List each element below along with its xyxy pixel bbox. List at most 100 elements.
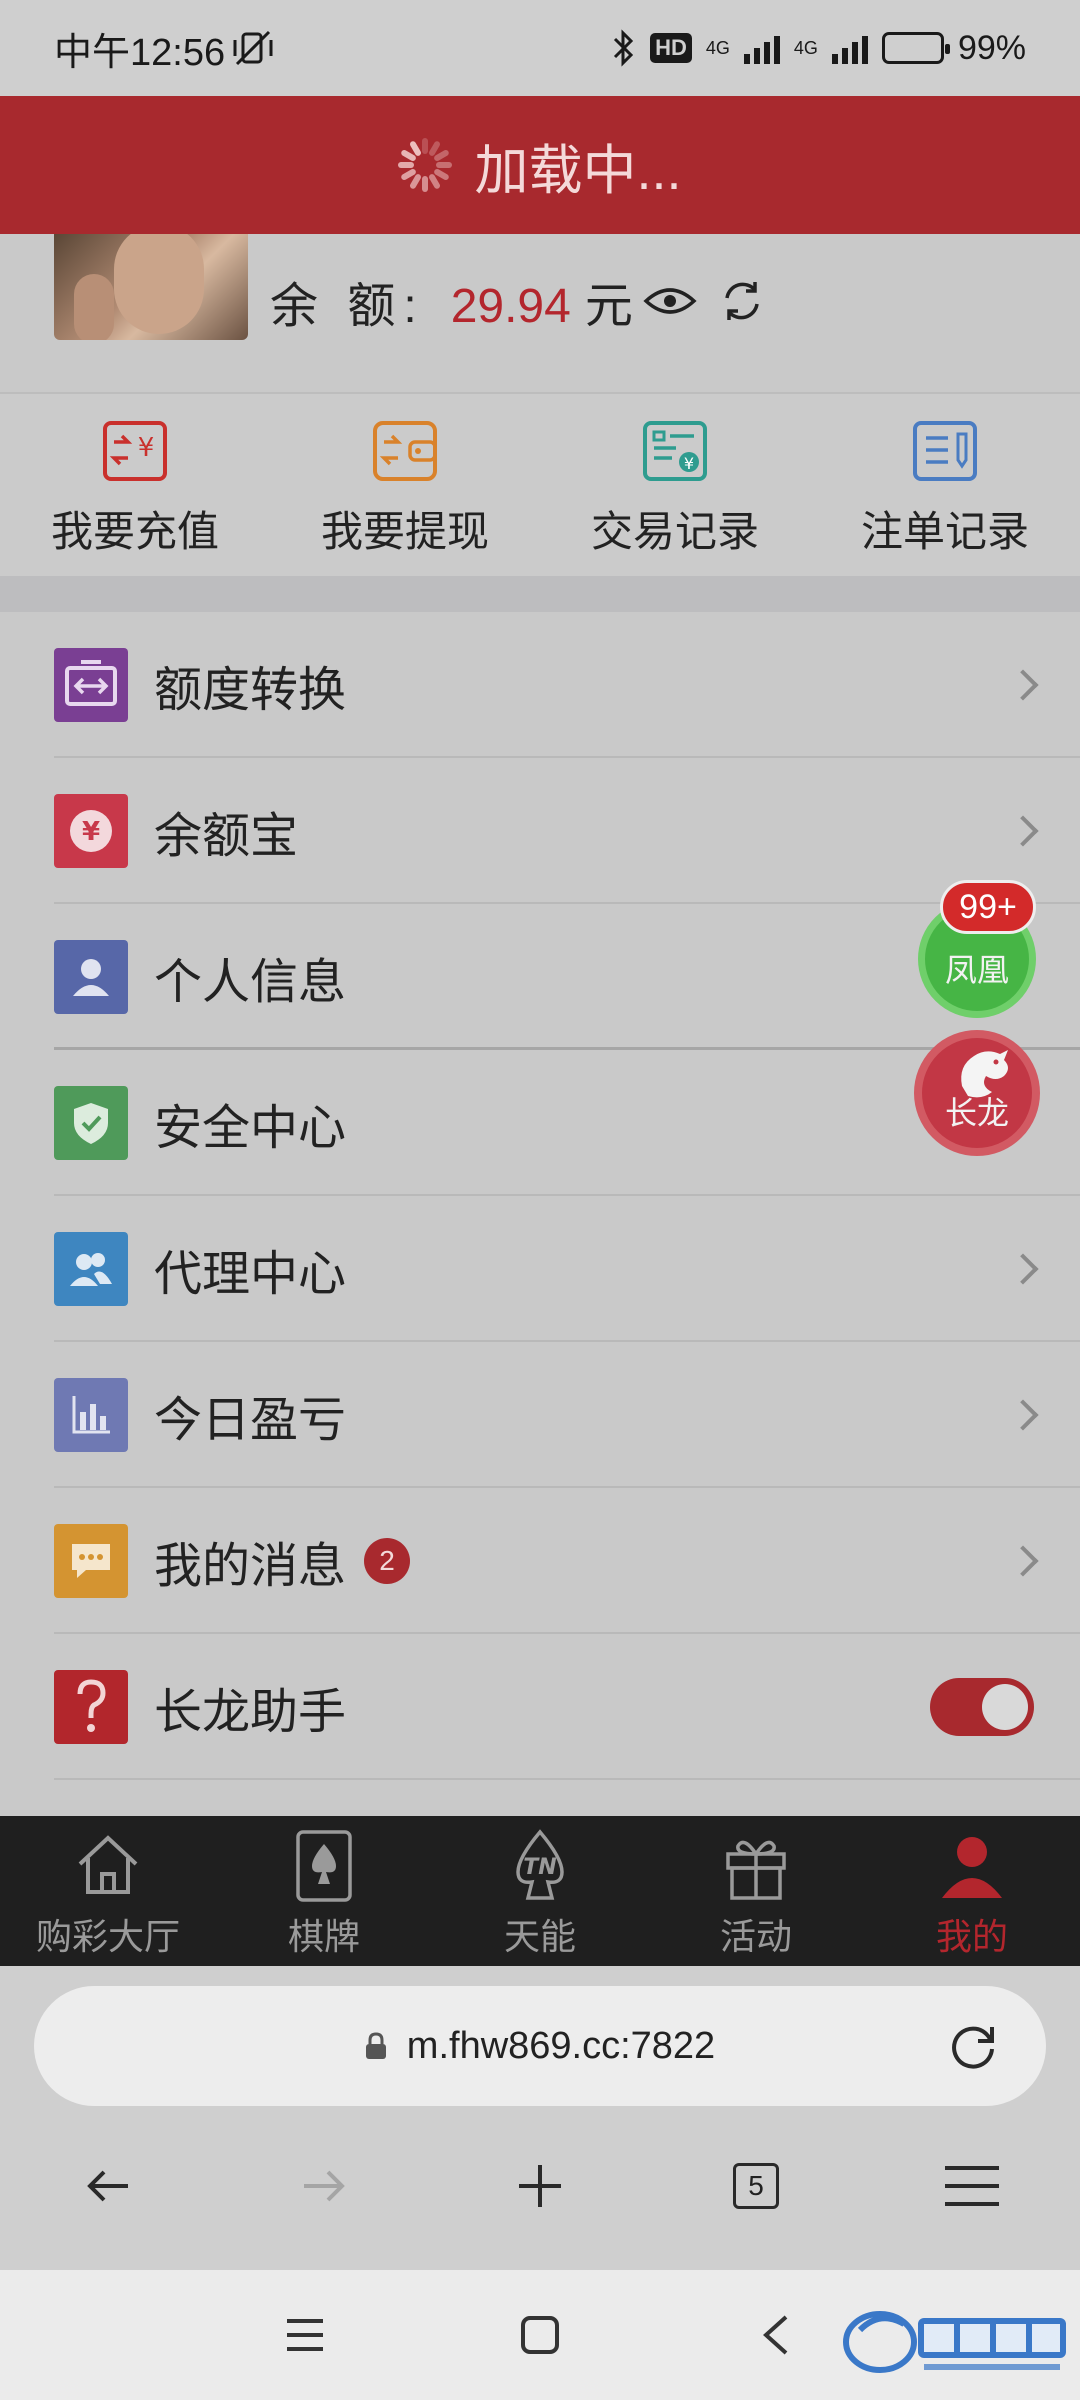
menu-item-quota-transfer[interactable]: 额度转换	[0, 612, 1080, 758]
forward-button[interactable]	[216, 2166, 432, 2206]
fenghuang-label: 凤凰	[944, 952, 1009, 988]
loading-header: 加载中...	[0, 96, 1080, 234]
svg-text:¥: ¥	[684, 454, 694, 473]
tab-count: 5	[733, 2163, 779, 2209]
recharge-icon: ¥	[103, 421, 167, 481]
tabs-button[interactable]: 5	[648, 2163, 864, 2209]
nav-mine[interactable]: 我的	[864, 1816, 1080, 1966]
new-tab-button[interactable]	[432, 2161, 648, 2211]
hd-badge: HD	[650, 33, 692, 63]
fenghuang-badge: 99+	[940, 880, 1036, 934]
avatar[interactable]	[54, 234, 248, 340]
browser-controls: 5	[0, 2136, 1080, 2236]
section-divider	[0, 576, 1080, 612]
url-text: m.fhw869.cc:7822	[406, 2024, 716, 2067]
browser-chrome: m.fhw869.cc:7822 5	[0, 1966, 1080, 2270]
arrow-left-icon	[87, 2170, 128, 2202]
eye-icon[interactable]	[643, 285, 697, 317]
balance-unit: 元	[584, 280, 633, 333]
user-icon	[54, 940, 128, 1014]
spinner-tick	[422, 138, 429, 154]
recents-button[interactable]	[270, 2270, 340, 2400]
changlong-toggle[interactable]	[930, 1678, 1034, 1736]
svg-text:TN: TN	[523, 1855, 556, 1880]
unread-badge: 2	[364, 1538, 411, 1584]
transfer-icon	[54, 648, 128, 722]
home-button[interactable]	[505, 2270, 575, 2400]
arrow-right-icon	[304, 2170, 345, 2202]
hamburger-icon	[945, 2166, 999, 2206]
menu-item-personal-info[interactable]: 个人信息	[0, 904, 1080, 1050]
nav-label: 我的	[935, 1916, 1008, 1957]
chevron-left-icon	[763, 2315, 788, 2355]
agents-icon	[54, 1232, 128, 1306]
yuan-coin-icon: ¥	[54, 794, 128, 868]
menu-label: 长龙助手	[154, 1686, 347, 1739]
menu-label: 余额宝	[154, 810, 299, 863]
menu-item-my-messages[interactable]: 我的消息 2	[0, 1488, 1080, 1634]
back-button[interactable]	[0, 2166, 216, 2206]
menu-item-yuebao[interactable]: ¥ 余额宝	[0, 758, 1080, 904]
quick-action-recharge[interactable]: ¥ 我要充值	[0, 394, 270, 576]
bottom-nav: 购彩大厅 棋牌 TN 天能 活动 我的	[0, 1816, 1080, 1966]
nav-activities[interactable]: 活动	[648, 1816, 864, 1966]
loading-spinner-icon	[398, 138, 453, 192]
refresh-balance-icon[interactable]	[719, 278, 765, 324]
balance-label: 余 额:	[270, 280, 425, 333]
menu-item-today-profit[interactable]: 今日盈亏	[0, 1342, 1080, 1488]
reload-icon[interactable]	[946, 2019, 1000, 2073]
chevron-right-icon	[1007, 669, 1039, 701]
quick-action-withdraw[interactable]: 我要提现	[270, 394, 540, 576]
changlong-float-button[interactable]: 长龙	[914, 1030, 1040, 1156]
browser-menu-button[interactable]	[864, 2164, 1080, 2208]
square-icon	[521, 2316, 559, 2354]
menu-label: 今日盈亏	[154, 1394, 347, 1447]
lock-icon	[365, 2032, 386, 2059]
network-type-1: 4G	[705, 37, 730, 58]
spinner-tick	[422, 176, 429, 192]
battery-icon	[881, 32, 950, 64]
quick-action-bet-records[interactable]: 注单记录	[810, 394, 1080, 576]
system-back-button[interactable]	[740, 2270, 810, 2400]
svg-text:¥: ¥	[82, 817, 100, 847]
transaction-record-icon: ¥	[643, 421, 707, 481]
dragon-icon	[961, 1050, 1008, 1098]
signal-icon	[743, 32, 780, 64]
watermark-logo	[843, 2311, 1066, 2373]
quick-action-transactions[interactable]: ¥ 交易记录	[540, 394, 810, 576]
network-type-2: 4G	[793, 37, 818, 58]
chevron-right-icon	[1007, 1545, 1039, 1577]
person-icon	[942, 1837, 1002, 1898]
bar-chart-icon	[54, 1378, 128, 1452]
nav-lottery-hall[interactable]: 购彩大厅	[0, 1816, 216, 1966]
nav-chess-cards[interactable]: 棋牌	[216, 1816, 432, 1966]
menu-lines-icon	[287, 2319, 323, 2351]
nav-label: 活动	[719, 1916, 792, 1957]
spinner-tick	[398, 162, 415, 168]
nav-tianneng[interactable]: TN 天能	[432, 1816, 648, 1966]
gift-icon	[726, 1840, 786, 1900]
shield-icon	[54, 1086, 128, 1160]
quick-action-label: 我要提现	[320, 508, 489, 555]
svg-text:¥: ¥	[138, 433, 155, 463]
withdraw-wallet-icon	[373, 421, 437, 481]
toggle-knob	[982, 1684, 1028, 1730]
vibrate-off-icon	[233, 30, 273, 66]
loading-text: 加载中...	[474, 140, 682, 201]
chevron-right-icon	[1007, 815, 1039, 847]
quick-action-label: 交易记录	[590, 508, 759, 555]
menu-item-changlong-assistant: 长龙助手	[0, 1634, 1080, 1780]
bet-record-icon	[913, 421, 977, 481]
menu-item-agent-center[interactable]: 代理中心	[0, 1196, 1080, 1342]
url-bar[interactable]: m.fhw869.cc:7822	[34, 1986, 1046, 2106]
menu-label: 安全中心	[154, 1102, 347, 1155]
menu-label: 额度转换	[154, 664, 347, 717]
menu-list: 额度转换 ¥ 余额宝 个人信息 安全中心 代理中心 今日盈亏 我的消息 2 长龙…	[0, 612, 1080, 1816]
nav-label: 购彩大厅	[35, 1916, 180, 1957]
spinner-tick	[436, 162, 453, 168]
battery-percent: 99%	[957, 28, 1026, 67]
quick-action-label: 我要充值	[50, 508, 219, 555]
message-icon	[54, 1524, 128, 1598]
question-icon	[54, 1670, 128, 1744]
signal-icon	[831, 32, 868, 64]
